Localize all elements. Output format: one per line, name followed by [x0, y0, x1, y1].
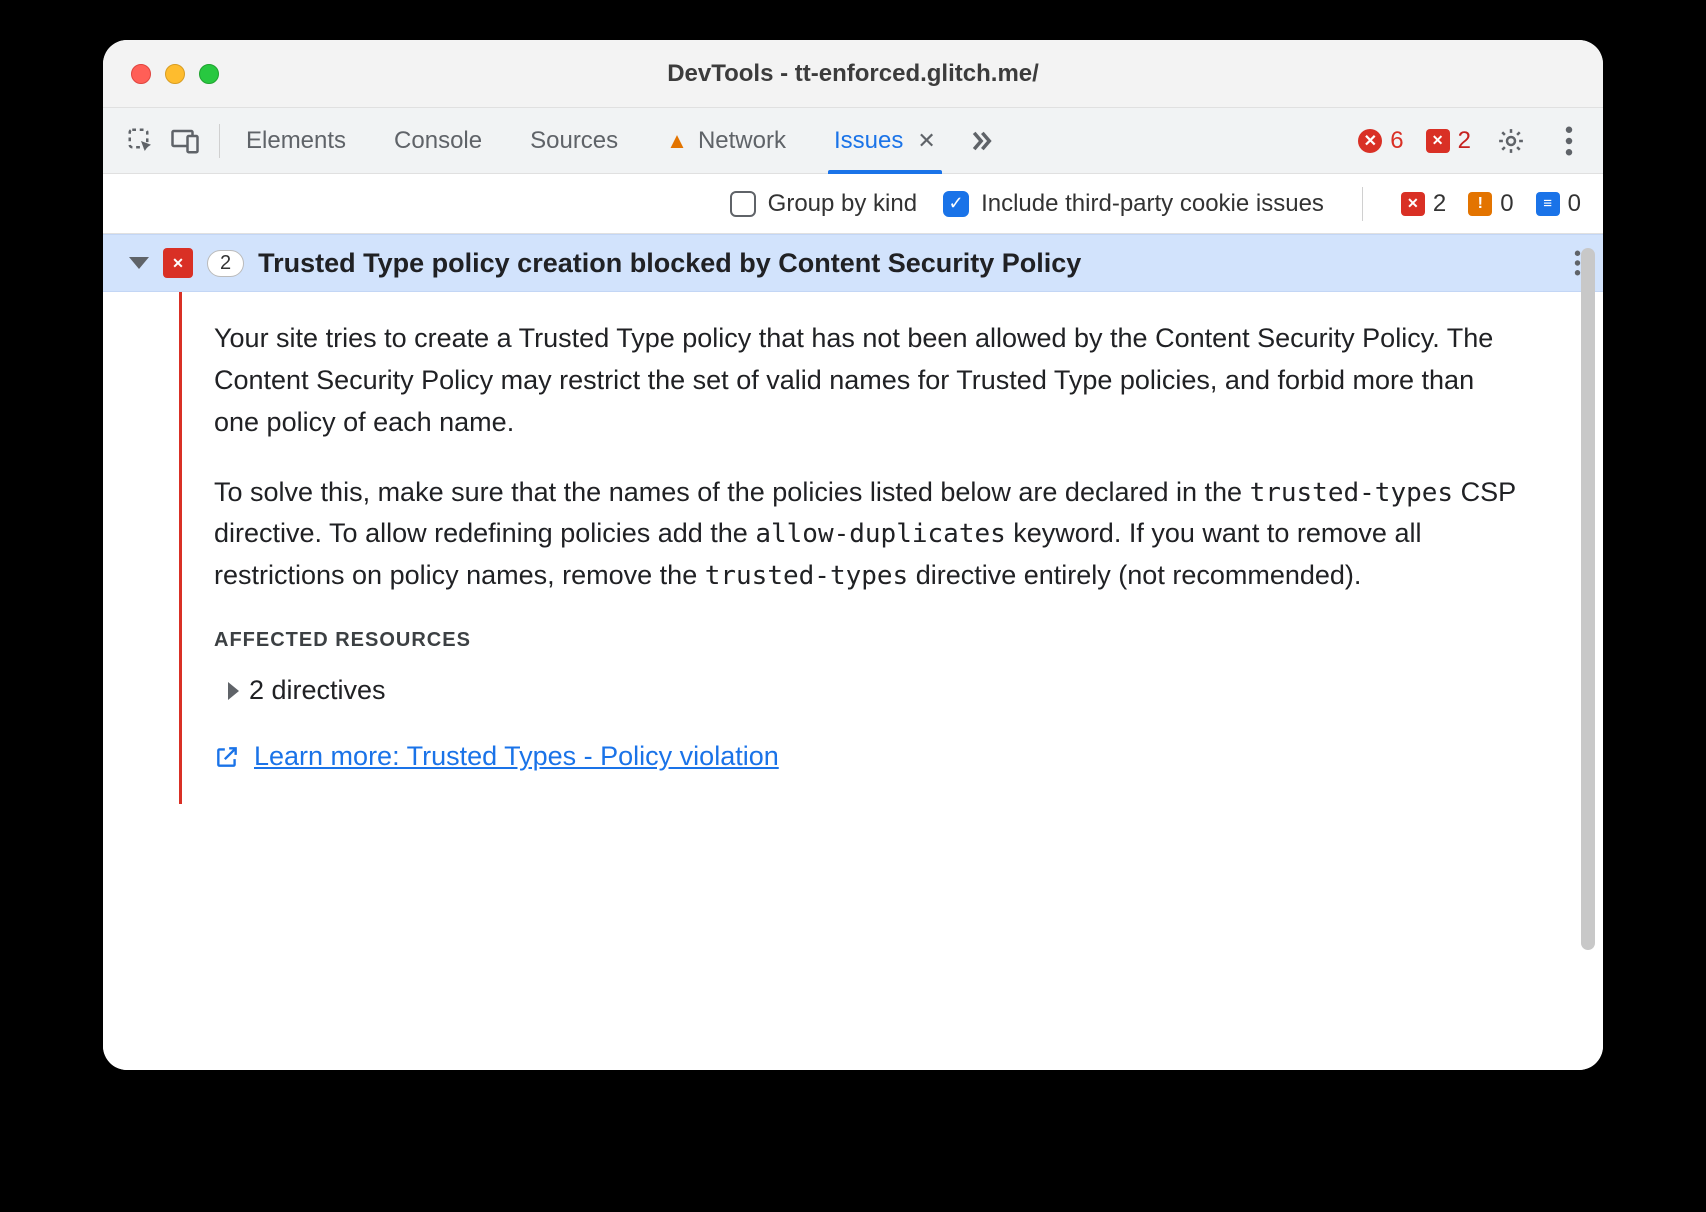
tab-network[interactable]: Network [664, 127, 788, 155]
devtools-window: DevTools - tt-enforced.glitch.me/ Elemen… [103, 40, 1603, 1070]
issue-body: Your site tries to create a Trusted Type… [179, 292, 1559, 804]
include-3p-label: Include third-party cookie issues [981, 190, 1324, 218]
issue-description-2: To solve this, make sure that the names … [214, 472, 1523, 598]
tab-network-label: Network [698, 127, 786, 155]
scrollbar-thumb[interactable] [1581, 248, 1595, 950]
tab-elements[interactable]: Elements [244, 127, 348, 155]
counter-issues[interactable]: 0 [1468, 190, 1513, 218]
traffic-lights [103, 64, 219, 84]
external-link-icon [214, 744, 240, 770]
counter-page-errors[interactable]: 2 [1401, 190, 1446, 218]
checkbox-checked-icon: ✓ [943, 191, 969, 217]
counter-info-value: 0 [1568, 190, 1581, 218]
window-title: DevTools - tt-enforced.glitch.me/ [103, 60, 1603, 88]
titlebar: DevTools - tt-enforced.glitch.me/ [103, 40, 1603, 108]
close-window-button[interactable] [131, 64, 151, 84]
issue-severity-icon [163, 248, 193, 278]
error-icon: ✕ [1358, 129, 1382, 153]
issue-header[interactable]: 2 Trusted Type policy creation blocked b… [103, 234, 1603, 292]
close-tab-icon[interactable]: ✕ [917, 128, 935, 154]
issue-count-pill: 2 [207, 250, 244, 277]
checkbox-icon [730, 191, 756, 217]
page-error-icon [1426, 129, 1450, 153]
directives-row[interactable]: 2 directives [214, 670, 1523, 712]
page-error-icon [1401, 192, 1425, 216]
text: To solve this, make sure that the names … [214, 477, 1250, 507]
learn-more-text: Learn more: Trusted Types - Policy viola… [254, 736, 779, 778]
code: trusted-types [1250, 478, 1454, 508]
counter-page-errors-value: 2 [1433, 190, 1446, 218]
issue-description-1: Your site tries to create a Trusted Type… [214, 318, 1523, 444]
tab-issues-label: Issues [834, 127, 903, 155]
code: trusted-types [705, 561, 909, 591]
affected-resources-heading: Affected Resources [214, 625, 1523, 656]
panel-tabs: Elements Console Sources Network Issues … [244, 127, 938, 155]
include-3p-checkbox[interactable]: ✓ Include third-party cookie issues [943, 190, 1324, 218]
code: allow-duplicates [755, 519, 1005, 549]
group-by-kind-label: Group by kind [768, 190, 917, 218]
minimize-window-button[interactable] [165, 64, 185, 84]
tab-sources[interactable]: Sources [528, 127, 620, 155]
zoom-window-button[interactable] [199, 64, 219, 84]
issue-title: Trusted Type policy creation blocked by … [258, 248, 1560, 279]
counter-issues-value: 0 [1500, 190, 1513, 218]
group-by-kind-checkbox[interactable]: Group by kind [730, 190, 917, 218]
separator [219, 124, 220, 158]
tabsbar-right: ✕ 6 2 [1358, 123, 1587, 159]
error-count[interactable]: ✕ 6 [1358, 127, 1403, 155]
collapse-toggle-icon[interactable] [129, 257, 149, 269]
info-icon [1536, 192, 1560, 216]
page-error-count-value: 2 [1458, 127, 1471, 155]
filterbar: Group by kind ✓ Include third-party cook… [103, 174, 1603, 234]
expand-icon [228, 682, 239, 700]
counters: 2 0 0 [1401, 190, 1581, 218]
inspect-element-icon[interactable] [119, 119, 163, 163]
separator [1362, 187, 1363, 221]
page-error-count[interactable]: 2 [1426, 127, 1471, 155]
error-count-value: 6 [1390, 127, 1403, 155]
directives-label: 2 directives [249, 670, 386, 712]
tabsbar: Elements Console Sources Network Issues … [103, 108, 1603, 174]
warning-icon [1468, 192, 1492, 216]
issues-content: 2 Trusted Type policy creation blocked b… [103, 234, 1603, 1070]
tab-issues[interactable]: Issues ✕ [832, 127, 938, 155]
more-tabs-icon[interactable] [958, 119, 1002, 163]
more-options-icon[interactable] [1551, 123, 1587, 159]
device-toolbar-icon[interactable] [163, 119, 207, 163]
settings-icon[interactable] [1493, 123, 1529, 159]
learn-more-link[interactable]: Learn more: Trusted Types - Policy viola… [214, 736, 1523, 778]
issue-menu-icon[interactable] [1574, 250, 1581, 276]
tab-console[interactable]: Console [392, 127, 484, 155]
text: directive entirely (not recommended). [908, 560, 1361, 590]
counter-info[interactable]: 0 [1536, 190, 1581, 218]
scrollbar[interactable] [1581, 244, 1595, 1060]
